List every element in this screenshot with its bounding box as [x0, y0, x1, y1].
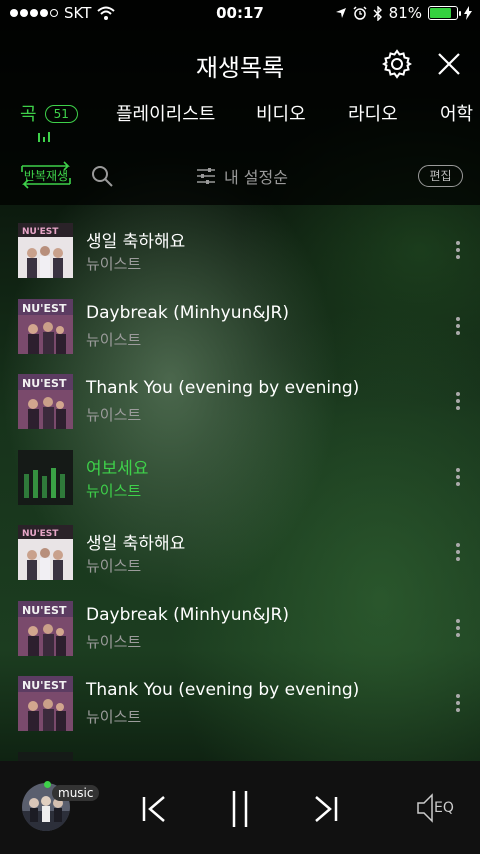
- status-bar: SKT 00:17 81%: [0, 0, 480, 28]
- svg-text:NU'EST: NU'EST: [22, 679, 67, 692]
- svg-text:NU'EST: NU'EST: [22, 302, 67, 315]
- song-row[interactable]: NU'EST 생일 축하해요뉴이스트: [0, 205, 480, 280]
- song-row[interactable]: NU'EST Daybreak (Minhyun&JR) 뉴이스트: [0, 281, 480, 356]
- music-tag: music: [52, 785, 100, 801]
- album-art-thumbnail: NU'EST: [18, 600, 73, 656]
- song-title: 생일 축하해요: [86, 534, 186, 554]
- equalizer-button[interactable]: EQ: [416, 793, 460, 823]
- search-icon[interactable]: [90, 164, 114, 188]
- song-artist: 뉴이스트: [86, 481, 142, 500]
- album-art-thumbnail: [18, 751, 73, 761]
- song-title: Daybreak (Minhyun&JR): [86, 604, 289, 625]
- more-options-icon[interactable]: [452, 467, 464, 490]
- tab-songs[interactable]: 곡 51: [20, 100, 78, 126]
- pause-icon[interactable]: [224, 789, 256, 829]
- charging-icon: [464, 6, 472, 20]
- album-art-thumbnail: NU'EST: [18, 298, 73, 354]
- edit-button[interactable]: 편집: [418, 165, 463, 187]
- song-row[interactable]: 여보세요뉴이스트: [0, 734, 480, 761]
- settings-gear-icon[interactable]: [381, 48, 413, 80]
- song-artist: 뉴이스트: [86, 255, 142, 273]
- album-art-thumbnail: NU'EST: [18, 676, 73, 731]
- alarm-icon: [353, 6, 367, 20]
- sort-button[interactable]: 내 설정순: [196, 164, 288, 188]
- svg-text:NU'EST: NU'EST: [22, 227, 59, 237]
- bluetooth-icon: [373, 5, 382, 21]
- status-dot: [44, 781, 51, 788]
- close-icon[interactable]: [433, 48, 465, 80]
- tab-radio[interactable]: 라디오: [348, 100, 398, 126]
- svg-text:NU'EST: NU'EST: [22, 529, 59, 539]
- more-options-icon[interactable]: [452, 694, 464, 716]
- more-options-icon[interactable]: [452, 543, 464, 565]
- tab-language[interactable]: 어학: [440, 100, 473, 126]
- tab-songs-label: 곡: [20, 104, 37, 125]
- song-artist: 뉴이스트: [86, 406, 142, 424]
- song-artist: 뉴이스트: [86, 632, 142, 651]
- more-options-icon[interactable]: [452, 392, 464, 414]
- album-art-thumbnail: NU'EST: [18, 223, 73, 278]
- previous-track-icon[interactable]: [138, 789, 170, 829]
- next-track-icon[interactable]: [310, 789, 342, 829]
- song-row[interactable]: 여보세요뉴이스트: [0, 432, 480, 507]
- song-title: 생일 축하해요: [86, 232, 186, 252]
- song-row[interactable]: NU'EST Thank You (evening by evening) 뉴이스트: [0, 658, 480, 733]
- location-icon: [335, 8, 346, 18]
- song-row[interactable]: NU'EST 생일 축하해요뉴이스트: [0, 507, 480, 582]
- category-tabs: 곡 51 플레이리스트 비디오 라디오 어학: [0, 96, 480, 142]
- playlist-header: 재생목록: [0, 40, 480, 88]
- song-artist: 뉴이스트: [86, 708, 142, 726]
- svg-text:NU'EST: NU'EST: [22, 604, 67, 617]
- battery-percent: 81%: [388, 4, 422, 22]
- song-row[interactable]: NU'EST Thank You (evening by evening) 뉴이스트: [0, 356, 480, 431]
- repeat-button[interactable]: 반복재생: [18, 160, 74, 190]
- album-art-thumbnail: NU'EST: [18, 525, 73, 580]
- song-list[interactable]: NU'EST 생일 축하해요 뉴이스트 NU'EST Daybreak (Minhyun…: [0, 205, 480, 761]
- song-title: Thank You (evening by evening): [86, 378, 360, 398]
- song-artist: 뉴이스트: [86, 557, 142, 575]
- album-art-thumbnail: [18, 449, 73, 505]
- song-title: Daybreak (Minhyun&JR): [86, 302, 289, 323]
- eq-label: EQ: [434, 800, 454, 816]
- mini-player: music EQ: [0, 761, 480, 854]
- sort-sliders-icon: [197, 168, 215, 184]
- svg-text:NU'EST: NU'EST: [22, 377, 67, 390]
- list-toolbar: 반복재생 내 설정순 편집: [0, 150, 480, 202]
- battery-icon: [428, 6, 461, 20]
- more-options-icon[interactable]: [452, 316, 464, 339]
- now-playing-indicator-icon: [38, 132, 50, 142]
- more-options-icon[interactable]: [452, 241, 464, 263]
- tab-playlists[interactable]: 플레이리스트: [116, 100, 215, 126]
- status-right: 81%: [335, 4, 472, 22]
- repeat-label: 반복재생: [23, 169, 69, 183]
- song-title: Thank You (evening by evening): [86, 680, 360, 700]
- more-options-icon[interactable]: [452, 618, 464, 641]
- song-title: 여보세요: [86, 458, 149, 479]
- song-count-badge: 51: [44, 105, 78, 123]
- sort-label: 내 설정순: [224, 168, 288, 187]
- tab-videos[interactable]: 비디오: [256, 100, 306, 126]
- song-row[interactable]: NU'EST Daybreak (Minhyun&JR) 뉴이스트: [0, 583, 480, 658]
- song-artist: 뉴이스트: [86, 330, 142, 349]
- album-art-thumbnail: NU'EST: [18, 374, 73, 429]
